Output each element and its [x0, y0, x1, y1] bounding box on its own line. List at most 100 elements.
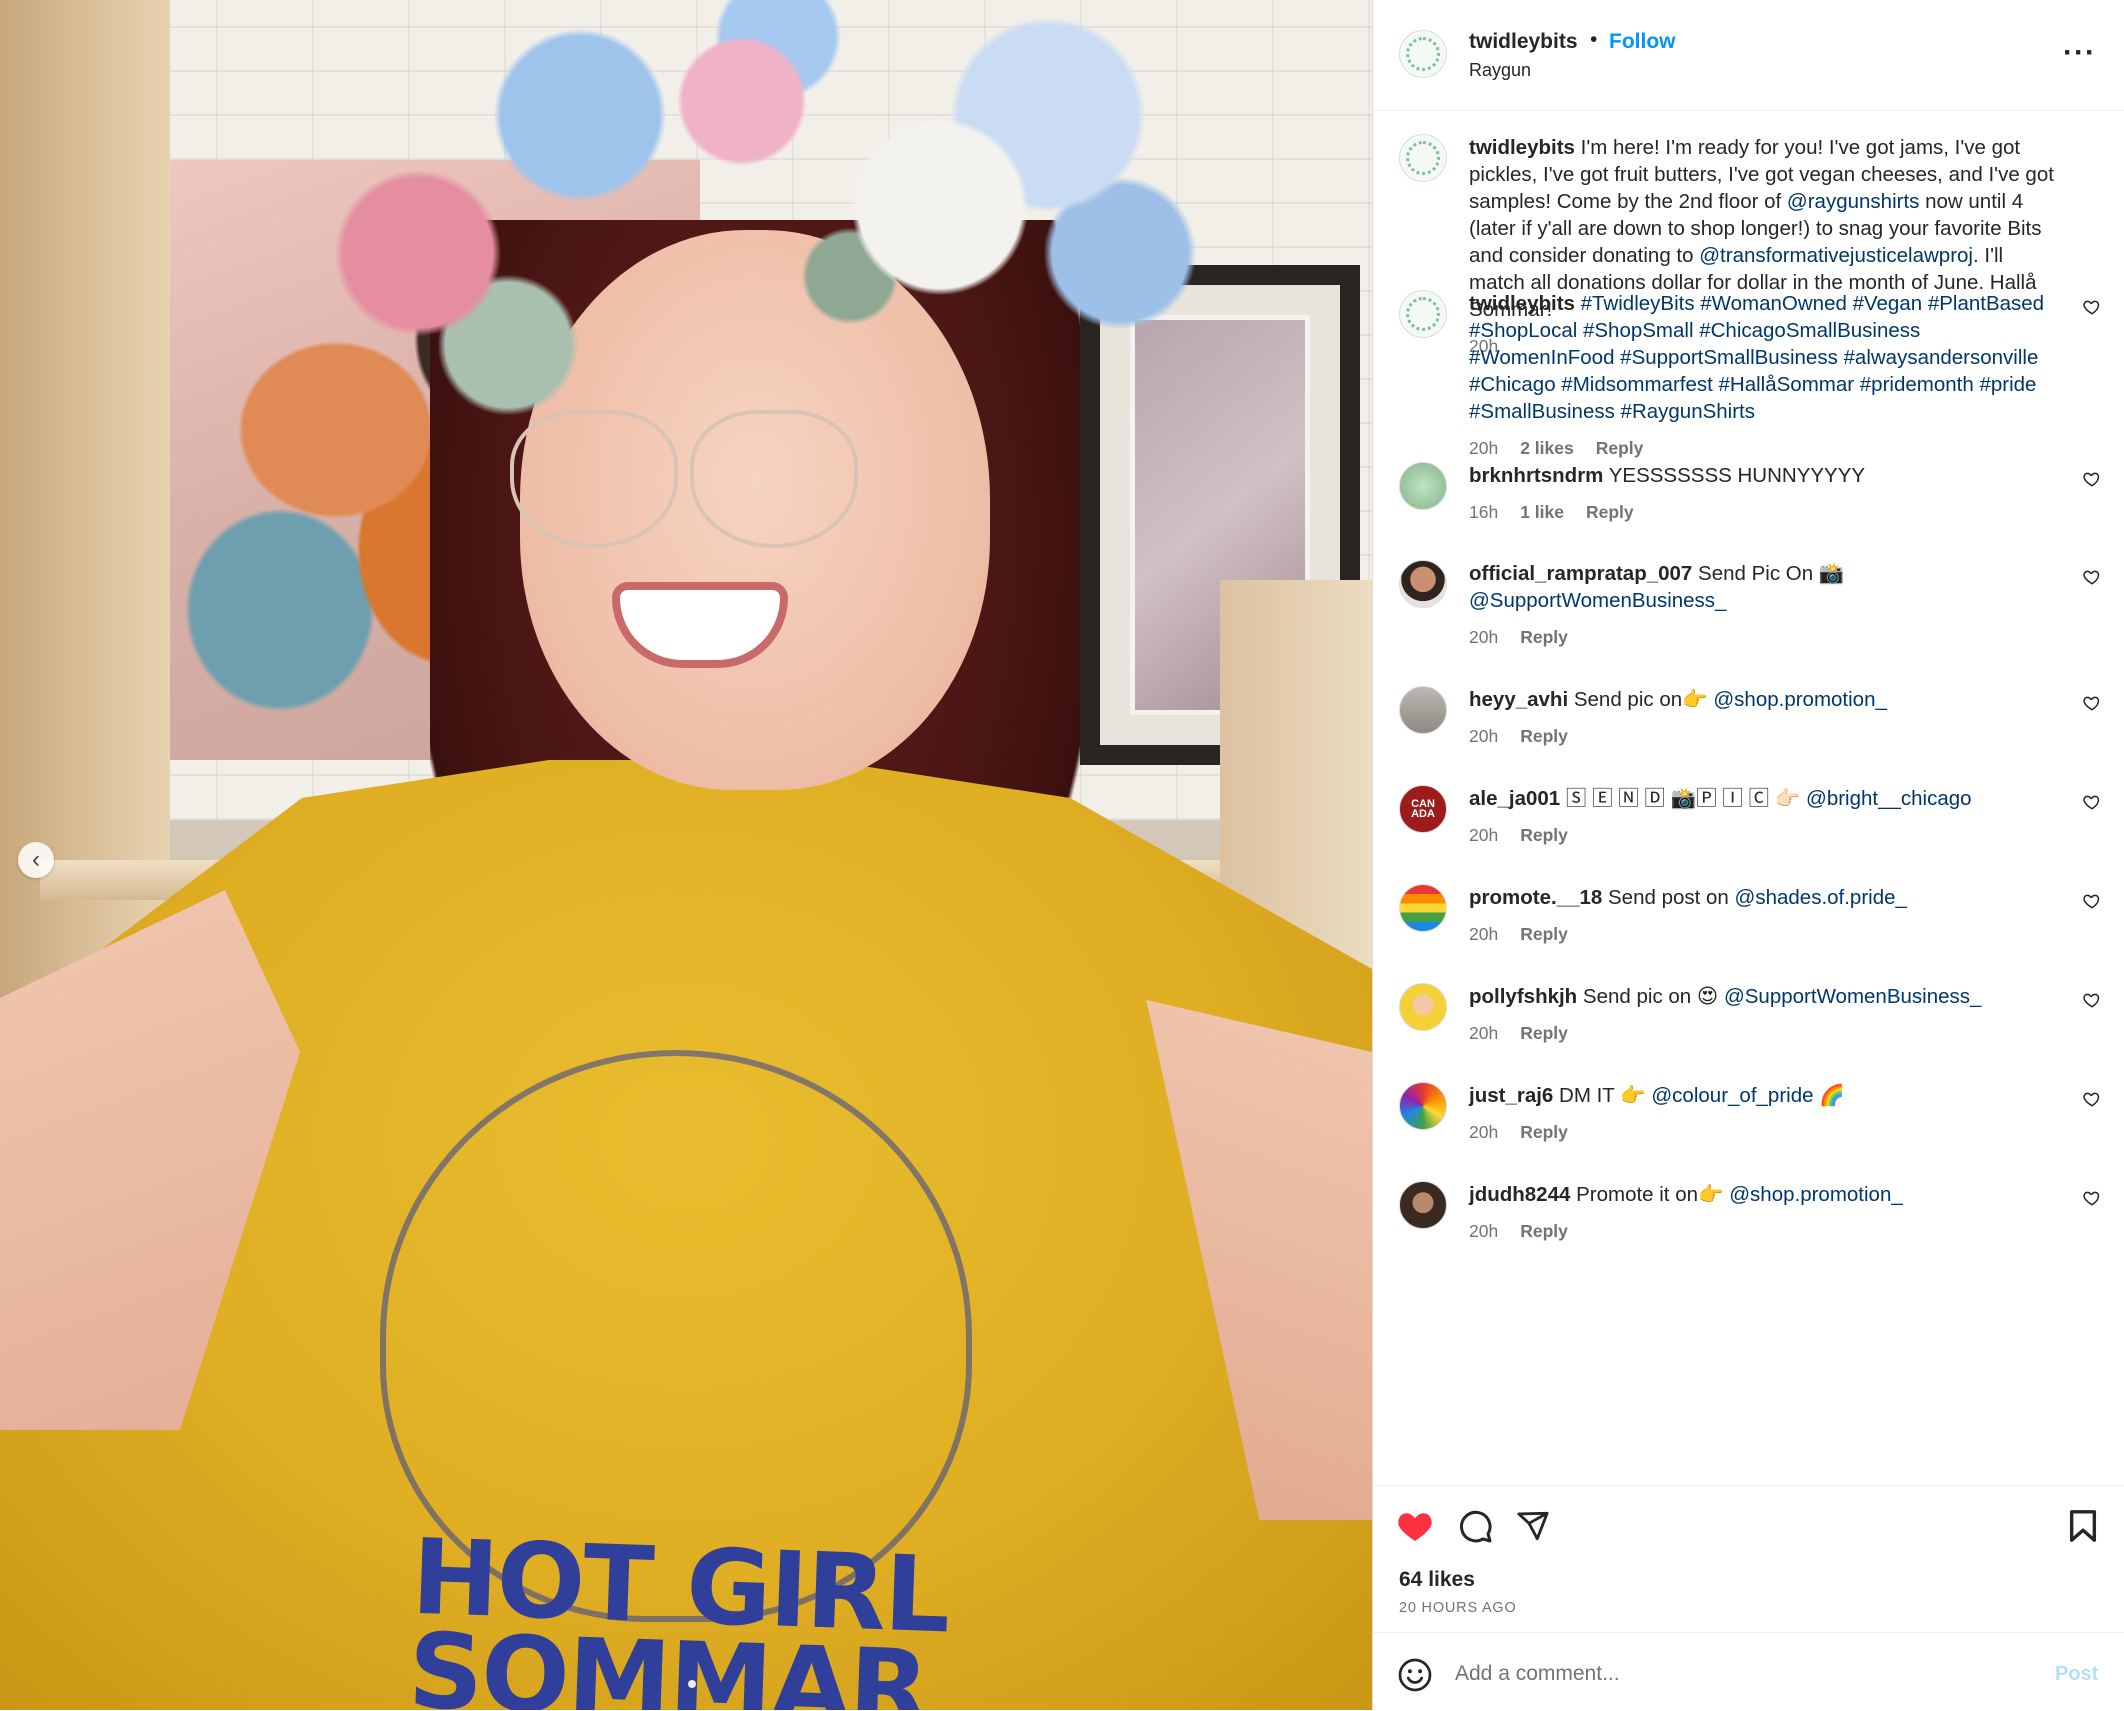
share-icon: [1517, 1511, 1549, 1541]
comment-button[interactable]: [1455, 1506, 1495, 1546]
avatar[interactable]: [1399, 30, 1447, 78]
avatar[interactable]: [1399, 290, 1447, 338]
comment-input[interactable]: [1455, 1655, 1995, 1693]
comment-text-suffix: 🌈: [1813, 1084, 1845, 1107]
like-comment-button[interactable]: [2083, 694, 2101, 712]
reply-button[interactable]: Reply: [1520, 924, 1568, 944]
like-comment-button[interactable]: [2083, 298, 2101, 316]
comment-icon: [1460, 1510, 1492, 1543]
comment-username[interactable]: official_rampratap_007: [1469, 562, 1692, 585]
mention-link[interactable]: @shades.of.pride_: [1735, 886, 1907, 909]
mention-link[interactable]: @shop.promotion_: [1729, 1183, 1903, 1206]
heart-filled-icon: [1398, 1513, 1432, 1541]
mention-link[interactable]: @shop.promotion_: [1713, 688, 1887, 711]
post-photo: HOT GIRL SOMMAR ‹: [0, 0, 1372, 1710]
post-header: twidleybits • Follow Raygun ···: [1373, 0, 2124, 111]
reply-button[interactable]: Reply: [1520, 1023, 1568, 1043]
post-timestamp: 20 HOURS AGO: [1399, 1600, 1517, 1616]
comment-username[interactable]: twidleybits: [1469, 292, 1575, 315]
like-comment-button[interactable]: [2083, 568, 2101, 586]
post-comment-button[interactable]: Post: [2055, 1663, 2098, 1686]
chevron-left-icon: ‹: [32, 846, 40, 873]
avatar[interactable]: [1399, 686, 1447, 734]
comment-time: 20h: [1469, 1221, 1499, 1241]
avatar[interactable]: [1399, 560, 1447, 608]
mention-link[interactable]: @SupportWomenBusiness_: [1469, 589, 1726, 612]
separator-dot: •: [1590, 28, 1598, 51]
mention-link[interactable]: @raygunshirts: [1787, 190, 1919, 213]
reply-button[interactable]: Reply: [1520, 1122, 1568, 1142]
heart-outline-icon: [2083, 696, 2100, 711]
mention-link[interactable]: @SupportWomenBusiness_: [1724, 985, 1981, 1008]
like-comment-button[interactable]: [2083, 1090, 2101, 1108]
avatar[interactable]: [1399, 134, 1447, 182]
more-options-button[interactable]: ···: [2063, 36, 2096, 70]
comment-text: Promote it on👉: [1570, 1183, 1730, 1206]
comment-text: Send pic on👉: [1568, 688, 1714, 711]
post-details-panel: twidleybits • Follow Raygun ··· twidleyb…: [1372, 0, 2124, 1710]
heart-outline-icon: [2083, 300, 2100, 315]
emoji-button[interactable]: [1397, 1657, 1433, 1693]
comment-time: 20h: [1469, 825, 1499, 845]
like-comment-button[interactable]: [2083, 470, 2101, 488]
mention-link[interactable]: @bright__chicago: [1806, 787, 1972, 810]
comment-time: 20h: [1469, 726, 1499, 746]
heart-outline-icon: [2083, 993, 2100, 1008]
reply-button[interactable]: Reply: [1586, 502, 1634, 522]
comment-text: Send Pic On 📸: [1692, 562, 1845, 585]
comment-text: Send pic on 😍: [1577, 985, 1724, 1008]
comment-username[interactable]: brknhrtsndrm: [1469, 464, 1603, 487]
avatar[interactable]: [1399, 1181, 1447, 1229]
follow-button[interactable]: Follow: [1609, 30, 1676, 54]
comment-username[interactable]: promote.__18: [1469, 886, 1602, 909]
bookmark-icon: [2069, 1510, 2097, 1542]
reply-button[interactable]: Reply: [1596, 438, 1644, 458]
heart-outline-icon: [2083, 570, 2100, 585]
flower-crown: [310, 0, 1210, 460]
post-username[interactable]: twidleybits: [1469, 30, 1578, 54]
previous-photo-button[interactable]: ‹: [18, 842, 54, 878]
like-comment-button[interactable]: [2083, 892, 2101, 910]
avatar[interactable]: [1399, 1082, 1447, 1130]
comment-username[interactable]: ale_ja001: [1469, 787, 1560, 810]
avatar[interactable]: CAN ADA: [1399, 785, 1447, 833]
heart-outline-icon: [2083, 795, 2100, 810]
likes-count[interactable]: 64 likes: [1399, 1568, 1475, 1592]
carousel-dot: [688, 1680, 696, 1688]
comments-list[interactable]: twidleybits I'm here! I'm ready for you!…: [1373, 110, 2124, 1485]
comment-username[interactable]: heyy_avhi: [1469, 688, 1568, 711]
shirt-text-line2: SOMMAR: [406, 1609, 930, 1710]
post-location[interactable]: Raygun: [1469, 60, 1531, 81]
avatar[interactable]: [1399, 884, 1447, 932]
comment-username[interactable]: just_raj6: [1469, 1084, 1553, 1107]
reply-button[interactable]: Reply: [1520, 825, 1568, 845]
shirt-text: HOT GIRL SOMMAR: [406, 1516, 950, 1710]
reply-button[interactable]: Reply: [1520, 1221, 1568, 1241]
comment-text: YESSSSSSS HUNNYYYYY: [1603, 464, 1866, 487]
reply-button[interactable]: Reply: [1520, 726, 1568, 746]
caption-username[interactable]: twidleybits: [1469, 136, 1575, 159]
heart-outline-icon: [2083, 894, 2100, 909]
avatar[interactable]: [1399, 462, 1447, 510]
comment-time: 20h: [1469, 438, 1499, 458]
comment-time: 16h: [1469, 502, 1499, 522]
comment-username[interactable]: pollyfshkjh: [1469, 985, 1577, 1008]
avatar[interactable]: [1399, 983, 1447, 1031]
heart-outline-icon: [2083, 1092, 2100, 1107]
heart-outline-icon: [2083, 1191, 2100, 1206]
heart-outline-icon: [2083, 472, 2100, 487]
mention-link[interactable]: @colour_of_pride: [1651, 1084, 1813, 1107]
comment-likes[interactable]: 1 like: [1520, 502, 1564, 522]
comment-time: 20h: [1469, 924, 1499, 944]
like-comment-button[interactable]: [2083, 1189, 2101, 1207]
like-comment-button[interactable]: [2083, 793, 2101, 811]
save-button[interactable]: [2063, 1506, 2103, 1546]
share-button[interactable]: [1513, 1506, 1553, 1546]
like-button[interactable]: [1395, 1506, 1435, 1546]
mention-link[interactable]: @transformativejusticelawproj: [1699, 244, 1973, 267]
comment-username[interactable]: jdudh8244: [1469, 1183, 1570, 1206]
comment-likes[interactable]: 2 likes: [1520, 438, 1574, 458]
reply-button[interactable]: Reply: [1520, 627, 1568, 647]
comment-time: 20h: [1469, 627, 1499, 647]
like-comment-button[interactable]: [2083, 991, 2101, 1009]
